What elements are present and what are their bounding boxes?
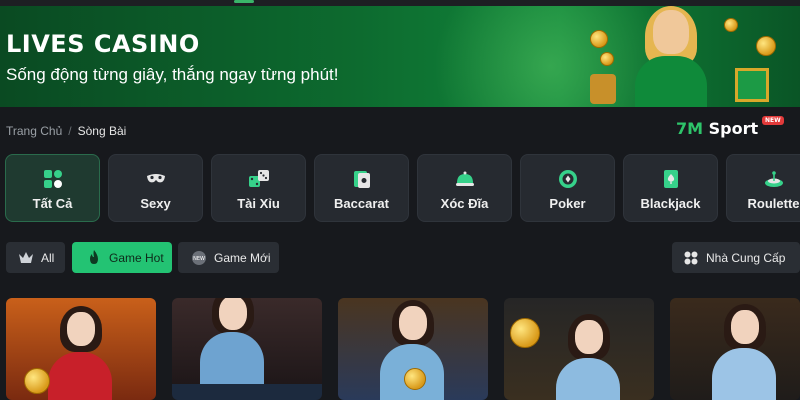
crown-icon [18, 250, 34, 266]
cloche-icon [454, 168, 476, 190]
filter-label: Game Mới [214, 250, 271, 265]
category-baccarat[interactable]: Baccarat [314, 154, 409, 222]
filter-all-button[interactable]: All [6, 242, 65, 273]
filter-label: Nhà Cung Cấp [706, 250, 786, 265]
breadcrumb-current: Sòng Bài [77, 124, 127, 138]
coin-icon [600, 52, 614, 66]
cards-icon [351, 168, 373, 190]
game-card[interactable] [6, 298, 156, 400]
new-badge: NEW [762, 116, 784, 125]
new-tag-icon: NEW [191, 250, 207, 266]
brand-logo[interactable]: 7M Sport NEW [676, 116, 784, 138]
game-card[interactable] [670, 298, 800, 400]
category-label: Baccarat [334, 196, 389, 211]
category-label: Tất Cả [32, 196, 73, 211]
category-label: Tài Xỉu [237, 196, 280, 211]
category-label: Roulette [747, 196, 800, 211]
game-card[interactable] [338, 298, 488, 400]
breadcrumb-home-link[interactable]: Trang Chủ [6, 124, 62, 138]
breadcrumb-separator: / [68, 124, 72, 138]
filter-label: Game Hot [109, 250, 164, 265]
filter-game-new-button[interactable]: NEW Game Mới [178, 242, 279, 273]
category-all[interactable]: Tất Cả [5, 154, 100, 222]
dealer-illustration [615, 6, 725, 107]
brand-logo-prefix: 7M [676, 119, 704, 138]
flame-icon [86, 250, 102, 266]
four-circles-icon [683, 250, 699, 266]
provider-filter-button[interactable]: Nhà Cung Cấp [672, 242, 800, 273]
filter-game-hot-button[interactable]: Game Hot [72, 242, 172, 273]
coin-icon [756, 36, 776, 56]
category-tai-xiu[interactable]: Tài Xỉu [211, 154, 306, 222]
banner-subtitle: Sống động từng giây, thắng ngay từng phú… [6, 65, 339, 84]
mask-icon [145, 168, 167, 190]
roulette-icon [763, 168, 785, 190]
category-label: Blackjack [640, 196, 701, 211]
gift-box-image [735, 68, 769, 102]
chip-stack-image [590, 74, 616, 104]
category-xoc-dia[interactable]: Xóc Đĩa [417, 154, 512, 222]
game-card[interactable] [172, 298, 322, 400]
category-label: Poker [549, 196, 586, 211]
coin-icon [724, 18, 738, 32]
chip-icon [557, 168, 579, 190]
hero-banner: LIVES CASINO Sống động từng giây, thắng … [0, 6, 800, 107]
grid-shapes-icon [42, 168, 64, 190]
category-bar: Tất Cả Sexy Tài Xỉu Baccarat Xóc Đĩa Pok… [5, 154, 800, 222]
category-poker[interactable]: Poker [520, 154, 615, 222]
breadcrumb: Trang Chủ / Sòng Bài [6, 124, 126, 138]
banner-title: LIVES CASINO [6, 30, 200, 58]
svg-text:NEW: NEW [193, 256, 205, 262]
brand-logo-name: Sport [708, 119, 759, 138]
filter-label: All [41, 250, 55, 265]
category-label: Sexy [140, 196, 171, 211]
game-card[interactable] [504, 298, 654, 400]
category-blackjack[interactable]: Blackjack [623, 154, 718, 222]
top-indicator [234, 0, 254, 3]
category-sexy[interactable]: Sexy [108, 154, 203, 222]
dice-icon [248, 168, 270, 190]
category-label: Xóc Đĩa [440, 196, 489, 211]
spade-card-icon [660, 168, 682, 190]
category-roulette[interactable]: Roulette [726, 154, 800, 222]
coin-icon [590, 30, 608, 48]
